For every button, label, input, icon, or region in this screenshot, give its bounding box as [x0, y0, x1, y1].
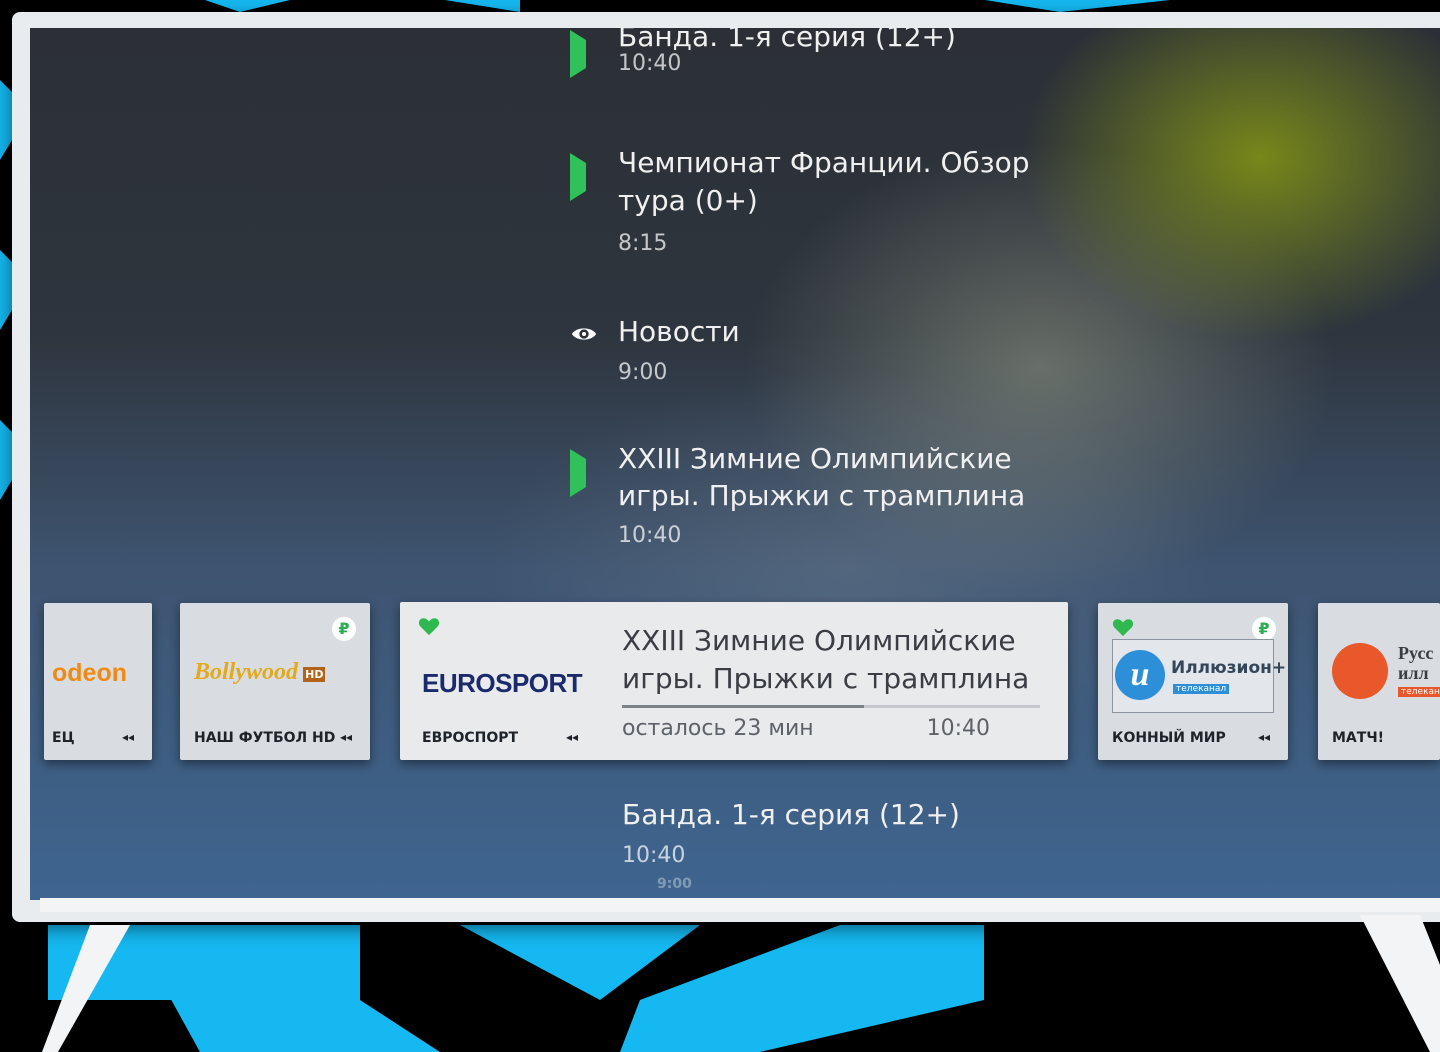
channel-card[interactable]: ₽ u Иллюзион+ телеканал КОННЫЙ МИР ◂◂ — [1098, 603, 1288, 760]
program-progress-bar — [622, 705, 1040, 708]
rewind-icon[interactable]: ◂◂ — [1258, 730, 1270, 744]
rewind-icon[interactable]: ◂◂ — [340, 730, 352, 744]
paid-badge-icon: ₽ — [332, 617, 356, 641]
channel-logo-sub: телеканал — [1173, 684, 1230, 694]
epg-item-time: 10:40 — [618, 51, 682, 76]
program-progress-fill — [622, 705, 865, 708]
play-icon — [570, 30, 614, 78]
channel-logo-text: Русс — [1398, 643, 1434, 663]
epg-small-time: 9:00 — [657, 876, 692, 892]
channel-logo-sub: телекан — [1398, 687, 1440, 697]
active-channel-card[interactable]: EUROSPORT ЕВРОСПОРТ ◂◂ XXIII Зимние Олим… — [400, 602, 1068, 760]
epg-item-title: Новости — [618, 315, 740, 348]
epg-item-time: 9:00 — [618, 360, 668, 385]
remaining-time: осталось 23 мин — [622, 716, 814, 741]
channel-logo-emblem: u — [1115, 650, 1165, 700]
favorite-heart-icon — [1112, 619, 1134, 637]
epg-item-title: XXIII Зимние Олимпийские — [618, 442, 1012, 475]
epg-item-title: Банда. 1-я серия (12+) — [622, 798, 960, 831]
tv-screen: Банда. 1-я серия (12+) 10:40 Чемпионат Ф… — [30, 28, 1440, 900]
channel-logo: u Иллюзион+ телеканал — [1112, 639, 1286, 713]
channel-logo-text-line2: илл — [1398, 663, 1429, 683]
paid-badge-icon: ₽ — [1252, 617, 1276, 641]
channel-name: ЕЦ — [52, 730, 75, 746]
epg-item-title-line2: тура (0+) — [618, 184, 758, 217]
program-title: XXIII Зимние Олимпийские — [622, 624, 1016, 657]
channel-logo-emblem — [1332, 643, 1388, 699]
epg-item-time: 10:40 — [618, 523, 682, 548]
channel-logo-badge: HD — [303, 667, 326, 682]
tv-stand-leg-left — [42, 925, 130, 1052]
epg-item-title: Чемпионат Франции. Обзор — [618, 146, 1030, 179]
play-icon — [570, 449, 614, 497]
channel-logo-text: Bollywood — [194, 659, 299, 685]
epg-item-time: 8:15 — [618, 231, 668, 256]
channel-name: МАТЧ! — [1332, 730, 1385, 746]
favorite-heart-icon — [418, 618, 440, 636]
program-title-line2: игры. Прыжки с трамплина — [622, 662, 1030, 695]
epg-item-time: 10:40 — [622, 843, 686, 868]
channel-logo: EUROSPORT — [422, 668, 583, 698]
tv-bezel-bottom — [40, 898, 1440, 912]
channel-name: КОННЫЙ МИР — [1112, 730, 1226, 746]
channel-logo-text: Иллюзион+ — [1171, 658, 1287, 678]
rewind-icon[interactable]: ◂◂ — [122, 730, 134, 744]
tv-stand-leg-right — [1360, 915, 1440, 1052]
channel-name: НАШ ФУТБОЛ HD — [194, 730, 336, 746]
channel-card[interactable]: ₽ Bollywood HD НАШ ФУТБОЛ HD ◂◂ — [180, 603, 370, 760]
program-start-time: 10:40 — [926, 716, 990, 741]
channel-card[interactable]: odeon ЕЦ ◂◂ — [44, 603, 152, 760]
epg-item-title-line2: игры. Прыжки с трамплина — [618, 479, 1026, 512]
rewind-icon[interactable]: ◂◂ — [566, 730, 578, 744]
eye-icon — [571, 328, 597, 340]
channel-logo: Bollywood HD — [194, 659, 326, 686]
channel-name: ЕВРОСПОРТ — [422, 730, 519, 746]
channel-card[interactable]: Русс илл телекан МАТЧ! — [1318, 603, 1440, 760]
play-icon — [570, 153, 614, 201]
channel-logo: odeon — [52, 659, 127, 687]
